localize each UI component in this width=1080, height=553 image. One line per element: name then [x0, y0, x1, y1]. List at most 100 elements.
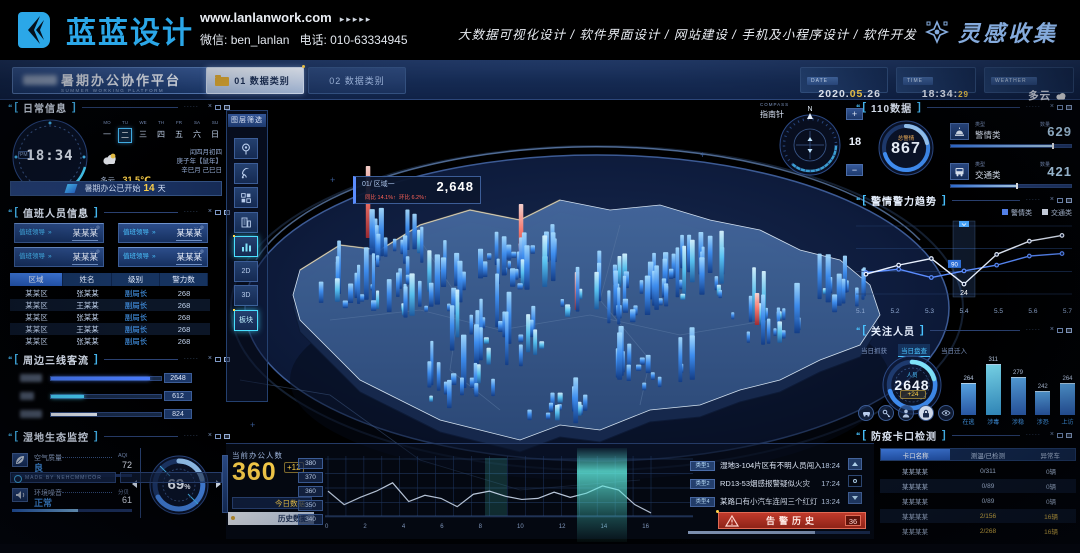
- weather-cloud-icon: [100, 153, 118, 165]
- expand-icon[interactable]: [1066, 328, 1072, 333]
- scroll-down-button[interactable]: [848, 492, 862, 504]
- trend-line-chart[interactable]: 2490: [856, 218, 1072, 306]
- eco-scrollbar[interactable]: [222, 455, 228, 513]
- expand-icon[interactable]: [1066, 198, 1072, 203]
- close-icon[interactable]: ×: [208, 104, 212, 110]
- close-icon[interactable]: ×: [1050, 432, 1054, 438]
- lunar-calendar: 闰四月初四庚子年【鼠年】辛巳月 己巳日: [152, 148, 222, 175]
- bottom-edge: [0, 544, 1080, 553]
- duty-row: 某某区王某某副局长268: [10, 299, 210, 311]
- col-count[interactable]: 警力数: [160, 273, 208, 286]
- key-icon[interactable]: [878, 405, 894, 421]
- duty-row: 某某区张某某副局长268: [10, 287, 210, 299]
- expand-icon[interactable]: [1066, 105, 1072, 110]
- layer-button-2d[interactable]: 2D: [234, 261, 258, 282]
- barchart-icon: [241, 242, 252, 252]
- minimize-icon[interactable]: [1057, 433, 1063, 438]
- duty-card[interactable]: 值班领导··· ⊗某某某: [118, 247, 208, 267]
- close-icon[interactable]: ×: [1050, 327, 1054, 333]
- expand-icon[interactable]: [224, 434, 230, 439]
- layer-button-grid[interactable]: [234, 187, 258, 208]
- weekday-active[interactable]: 二: [118, 128, 132, 143]
- leaf-icon: [15, 455, 25, 465]
- redacted-label: [20, 392, 34, 400]
- col-name[interactable]: 姓名: [63, 273, 112, 286]
- duty-card[interactable]: 值班领导··· ⊗某某某: [14, 247, 104, 267]
- alarm-time: 18:24: [821, 461, 840, 470]
- layer-button-barchart[interactable]: [234, 236, 258, 257]
- expand-icon[interactable]: [224, 105, 230, 110]
- alarm-time: 13:24: [821, 497, 840, 506]
- date-label: DATE: [807, 77, 838, 85]
- col-level[interactable]: 级别: [112, 273, 160, 286]
- close-icon[interactable]: ×: [208, 209, 212, 215]
- building-icon: [241, 217, 251, 228]
- car-icon[interactable]: [858, 405, 874, 421]
- noise-status: 正常: [34, 496, 52, 509]
- layer-button-signal[interactable]: [234, 163, 258, 184]
- inspiration-collect[interactable]: 灵感收集: [924, 16, 1058, 48]
- minimize-icon[interactable]: [1057, 328, 1063, 333]
- duty-card[interactable]: 值班领导··· ⊗某某某: [14, 223, 104, 243]
- layer-button-3d[interactable]: 3D: [234, 285, 258, 306]
- scroll-up-button[interactable]: [848, 458, 862, 470]
- close-icon[interactable]: ×: [208, 433, 212, 439]
- col-region[interactable]: 区域: [10, 273, 63, 286]
- dot-icon: [853, 479, 857, 483]
- office-x-tick: 0: [325, 524, 328, 530]
- redacted-label: [20, 374, 42, 382]
- office-trend-chart[interactable]: [325, 456, 693, 522]
- focus-bar[interactable]: 279 涉稳: [1010, 370, 1027, 426]
- aqi-value: 72: [118, 460, 132, 470]
- expand-icon[interactable]: [1066, 433, 1072, 438]
- focus-bar[interactable]: 264 上访: [1059, 376, 1076, 426]
- panel-eco-header: ❝[湿地生态监控] ····· ×: [8, 429, 230, 443]
- site-contacts: www.lanlanwork.com▸▸▸▸▸ 微信: ben_lanlan 电…: [200, 10, 408, 48]
- horizontal-scrollbar[interactable]: [688, 531, 870, 534]
- minimize-icon[interactable]: [215, 357, 221, 362]
- weather-chip: WEATHER 多云: [984, 67, 1074, 93]
- minimize-icon[interactable]: [215, 434, 221, 439]
- focus-bar[interactable]: 311 涉毒: [985, 357, 1002, 426]
- close-icon[interactable]: ×: [208, 356, 212, 362]
- minimize-icon[interactable]: [1057, 198, 1063, 203]
- minimize-icon[interactable]: [1057, 105, 1063, 110]
- layer-2d-label: 2D: [242, 268, 251, 275]
- tab-data-category-1[interactable]: 01 数据类别: [206, 67, 304, 94]
- minimize-icon[interactable]: [215, 105, 221, 110]
- focus-delta: +24: [900, 390, 926, 399]
- layer-button-location[interactable]: [234, 138, 258, 159]
- trend-x-tick: 5.3: [925, 308, 934, 315]
- focus-bar[interactable]: 242 涉恐: [1034, 384, 1051, 426]
- layer-button-building[interactable]: [234, 212, 258, 233]
- panel-flow-header: ❝[周边三线客流] ····· ×: [8, 352, 230, 366]
- alarm-list-item[interactable]: 类型4 某路口有小汽车连闯三个红灯 13:24: [690, 494, 840, 509]
- site-url[interactable]: www.lanlanwork.com: [200, 10, 332, 25]
- scroll-indicator[interactable]: [848, 475, 862, 487]
- minimize-icon[interactable]: [215, 210, 221, 215]
- flow-row: 612: [8, 391, 222, 403]
- trend-legend: 警情类 交通类: [856, 208, 1072, 218]
- col-checked[interactable]: 测温/已检测: [950, 449, 1025, 460]
- layer-button-block[interactable]: 板块: [234, 310, 258, 331]
- close-icon[interactable]: ×: [1050, 197, 1054, 203]
- office-x-tick: 2: [363, 524, 366, 530]
- flow-row: 824: [8, 409, 222, 421]
- person-icon[interactable]: [898, 405, 914, 421]
- zoom-out-button[interactable]: −: [846, 164, 863, 176]
- col-abnormal[interactable]: 异常车: [1026, 449, 1075, 460]
- alarm-list-item[interactable]: 类型2 RD13-53烟感报警疑似火灾 17:24: [690, 476, 840, 491]
- map-tooltip: 01/ 区域一 2,648 同比 14.1%↑ 环比 6.2%↑: [353, 176, 481, 204]
- compass-widget[interactable]: N: [772, 105, 848, 181]
- col-checkpoint-name[interactable]: 卡口名称: [881, 449, 950, 460]
- tab-data-category-2[interactable]: 02 数据类别: [308, 67, 406, 94]
- office-x-tick: 10: [517, 524, 524, 530]
- close-icon[interactable]: ×: [1050, 104, 1054, 110]
- notice-days: 14: [143, 183, 154, 194]
- duty-card[interactable]: 值班领导··· ⊗某某某: [118, 223, 208, 243]
- focus-bar[interactable]: 264 在逃: [960, 376, 977, 426]
- alarm-history-button[interactable]: 告警历史 36: [718, 512, 866, 529]
- eye-icon[interactable]: [938, 405, 954, 421]
- lock-icon[interactable]: [918, 405, 934, 421]
- alarm-list-item[interactable]: 类型1 湿地3-104片区有不明人员闯入 18:24: [690, 458, 840, 473]
